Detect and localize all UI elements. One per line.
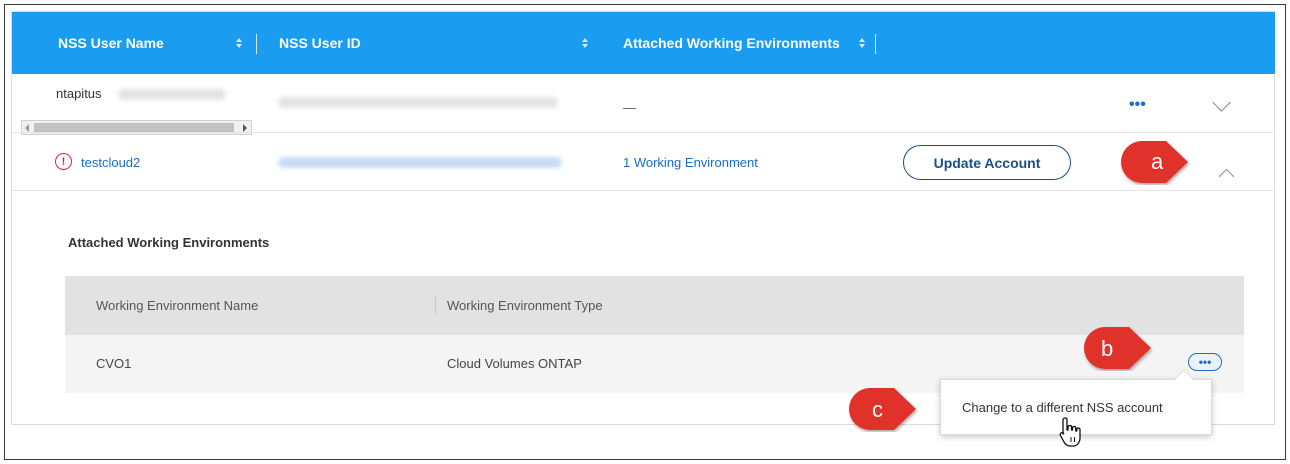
callout-marker-b xyxy=(1084,327,1151,369)
callout-label-c: c xyxy=(872,397,883,422)
table-header: NSS User Name NSS User ID Attached Worki… xyxy=(12,12,1275,74)
environment-type-cell: Cloud Volumes ONTAP xyxy=(447,356,582,371)
details-title: Attached Working Environments xyxy=(68,235,270,250)
row-divider xyxy=(12,132,1275,133)
scroll-right-icon[interactable] xyxy=(243,124,247,132)
hand-pointer-icon xyxy=(1059,417,1081,447)
sort-icon[interactable] xyxy=(581,38,589,50)
column-header-environment-name[interactable]: Working Environment Name xyxy=(96,298,258,313)
update-account-button[interactable]: Update Account xyxy=(903,145,1071,180)
callout-label-a: a xyxy=(1151,149,1164,174)
chevron-down-icon[interactable] xyxy=(1212,93,1231,112)
header-divider xyxy=(256,34,257,54)
redacted-text xyxy=(118,89,226,100)
environments-link[interactable]: 1 Working Environment xyxy=(623,155,758,170)
column-header-environment-type[interactable]: Working Environment Type xyxy=(447,298,603,313)
redacted-user-id xyxy=(278,157,562,168)
environment-actions-button[interactable]: ••• xyxy=(1188,353,1222,371)
row-divider xyxy=(12,190,1275,191)
environment-name-cell: CVO1 xyxy=(96,356,132,371)
user-name-cell: ntapitus xyxy=(56,86,102,101)
chevron-up-icon[interactable] xyxy=(1218,168,1235,185)
callout-label-b: b xyxy=(1101,336,1114,361)
sort-icon[interactable] xyxy=(858,38,866,50)
column-header-user-name[interactable]: NSS User Name xyxy=(58,12,164,74)
row-actions-icon[interactable]: ••• xyxy=(1129,96,1146,114)
exclamation-circle-icon: ! xyxy=(55,153,72,170)
scrollbar-thumb[interactable] xyxy=(34,123,234,132)
callout-marker-c xyxy=(849,388,916,430)
scroll-left-icon[interactable] xyxy=(25,124,29,132)
column-header-environments[interactable]: Attached Working Environments xyxy=(623,12,840,74)
header-divider xyxy=(435,296,436,314)
environments-cell: — xyxy=(623,100,636,115)
column-header-user-id[interactable]: NSS User ID xyxy=(279,12,361,74)
sort-icon[interactable] xyxy=(235,38,243,50)
user-name-link[interactable]: testcloud2 xyxy=(81,155,140,170)
redacted-user-id xyxy=(278,97,558,108)
header-divider xyxy=(875,34,876,54)
change-nss-account-menu-item[interactable]: Change to a different NSS account xyxy=(962,400,1163,415)
